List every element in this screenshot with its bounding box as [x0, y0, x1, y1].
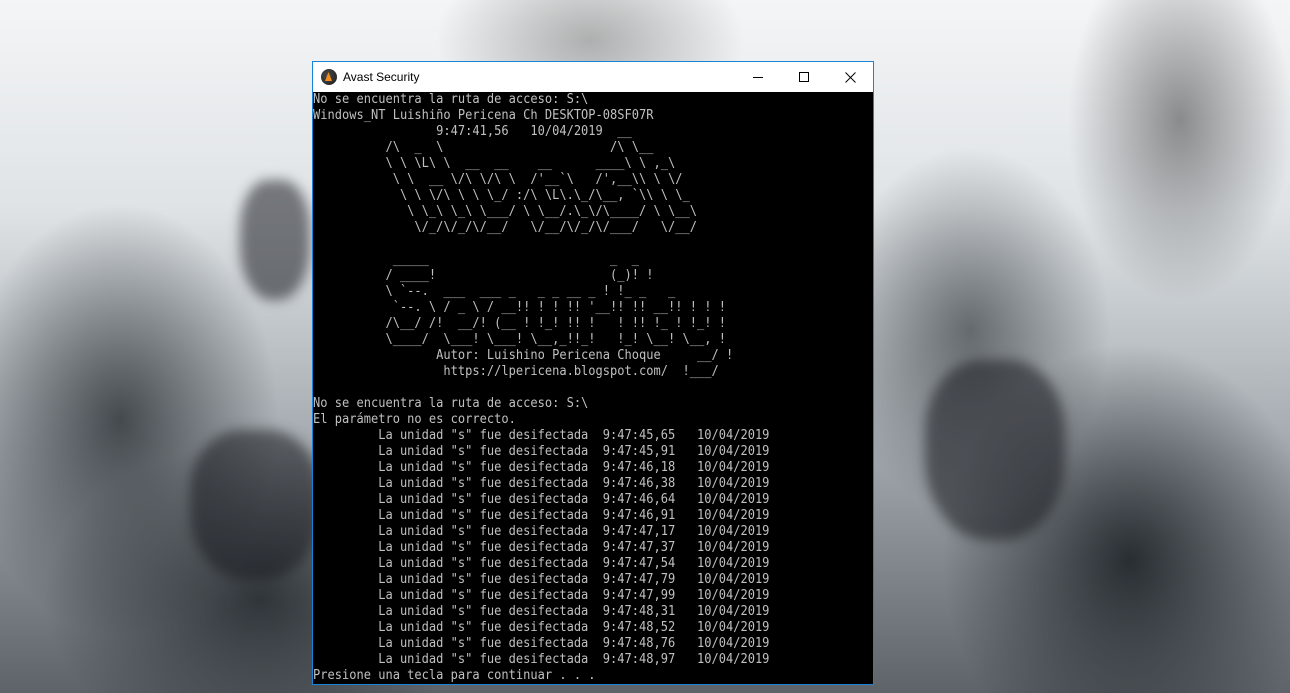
- maximize-icon: [799, 72, 809, 82]
- maximize-button[interactable]: [781, 62, 827, 92]
- disinfect-line: La unidad "s" fue desifectada 9:47:48,31…: [313, 604, 770, 619]
- wallpaper-hand-left: [190, 430, 320, 580]
- disinfect-line: La unidad "s" fue desifectada 9:47:48,97…: [313, 652, 770, 667]
- console-window[interactable]: Avast Security No se encuentra la ruta d…: [312, 61, 874, 685]
- window-title: Avast Security: [343, 70, 420, 84]
- ascii-banner: /\ _ \ /\ \__ \ \ \L\ \ __ __ __ ____\ \…: [313, 140, 820, 380]
- banner-line: \____/ \___! \___! \__,_!!_! !_! \__! \_…: [313, 332, 726, 347]
- close-icon: [844, 71, 856, 83]
- disinfect-line: La unidad "s" fue desifectada 9:47:47,37…: [313, 540, 770, 555]
- disinfect-line: La unidad "s" fue desifectada 9:47:45,91…: [313, 444, 770, 459]
- banner-line: \ \_\ \_\ \___/ \ \__/.\_\/\____/ \ \__\: [313, 204, 697, 219]
- disinfect-line: La unidad "s" fue desifectada 9:47:47,99…: [313, 588, 770, 603]
- minimize-button[interactable]: [735, 62, 781, 92]
- banner-line: \/_/\/_/\/__/ \/__/\/_/\/___/ \/__/: [313, 220, 697, 235]
- banner-line: \ \ __ \/\ \/\ \ /'__`\ /',__\\ \ \/: [313, 172, 683, 187]
- url-line: https://lpericena.blogspot.com/ !___/: [313, 364, 719, 379]
- avast-icon: [321, 69, 337, 85]
- disinfect-log: La unidad "s" fue desifectada 9:47:45,65…: [313, 428, 820, 668]
- console-line: No se encuentra la ruta de acceso: S:\: [313, 396, 589, 411]
- banner-line: /\ _ \ /\ \__: [313, 140, 654, 155]
- wallpaper-hand-left-upper: [240, 180, 310, 300]
- console-line: No se encuentra la ruta de acceso: S:\: [313, 92, 589, 107]
- banner-line: / ____! (_)! !: [313, 268, 654, 283]
- banner-line: [313, 236, 820, 252]
- disinfect-line: La unidad "s" fue desifectada 9:47:46,64…: [313, 492, 770, 507]
- banner-line: /\__/ /! __/! (__ ! !_! !! ! ! !! !_ ! !…: [313, 316, 726, 331]
- disinfect-line: La unidad "s" fue desifectada 9:47:47,17…: [313, 524, 770, 539]
- title-bar[interactable]: Avast Security: [313, 62, 873, 92]
- minimize-icon: [753, 77, 763, 78]
- caption-buttons: [735, 62, 873, 92]
- disinfect-line: La unidad "s" fue desifectada 9:47:46,91…: [313, 508, 770, 523]
- disinfect-line: La unidad "s" fue desifectada 9:47:46,38…: [313, 476, 770, 491]
- disinfect-line: La unidad "s" fue desifectada 9:47:46,18…: [313, 460, 770, 475]
- disinfect-line: La unidad "s" fue desifectada 9:47:48,76…: [313, 636, 770, 651]
- banner-line: \ \ \L\ \ __ __ __ ____\ \ ,_\: [313, 156, 676, 171]
- console-output[interactable]: No se encuentra la ruta de acceso: S:\ Wi…: [313, 92, 873, 684]
- close-button[interactable]: [827, 62, 873, 92]
- banner-line: `--. \ / _ \ / __!! ! ! !! '__!! !! __!!…: [313, 300, 726, 315]
- console-line: 9:47:41,56 10/04/2019 __: [313, 124, 632, 139]
- console-text: No se encuentra la ruta de acceso: S:\ Wi…: [313, 92, 820, 684]
- banner-line: \ \ \/\ \ \ \_/ :/\ \L\.\_/\__, `\\ \ \_: [313, 188, 690, 203]
- disinfect-line: La unidad "s" fue desifectada 9:47:48,52…: [313, 620, 770, 635]
- disinfect-line: La unidad "s" fue desifectada 9:47:47,79…: [313, 572, 770, 587]
- disinfect-line: La unidad "s" fue desifectada 9:47:45,65…: [313, 428, 770, 443]
- wallpaper-hand-right: [925, 360, 1065, 540]
- continue-prompt: Presione una tecla para continuar . . .: [313, 668, 596, 683]
- console-line: Windows_NT Luishiño Pericena Ch DESKTOP-…: [313, 108, 654, 123]
- console-line: El parámetro no es correcto.: [313, 412, 516, 427]
- banner-line: \ `--. ___ ___ _ _ _ __ _ ! !_ _ _: [313, 284, 676, 299]
- banner-line: _____ _ _: [313, 252, 640, 267]
- author-line: Autor: Luishino Pericena Choque __/ !: [313, 348, 734, 363]
- disinfect-line: La unidad "s" fue desifectada 9:47:47,54…: [313, 556, 770, 571]
